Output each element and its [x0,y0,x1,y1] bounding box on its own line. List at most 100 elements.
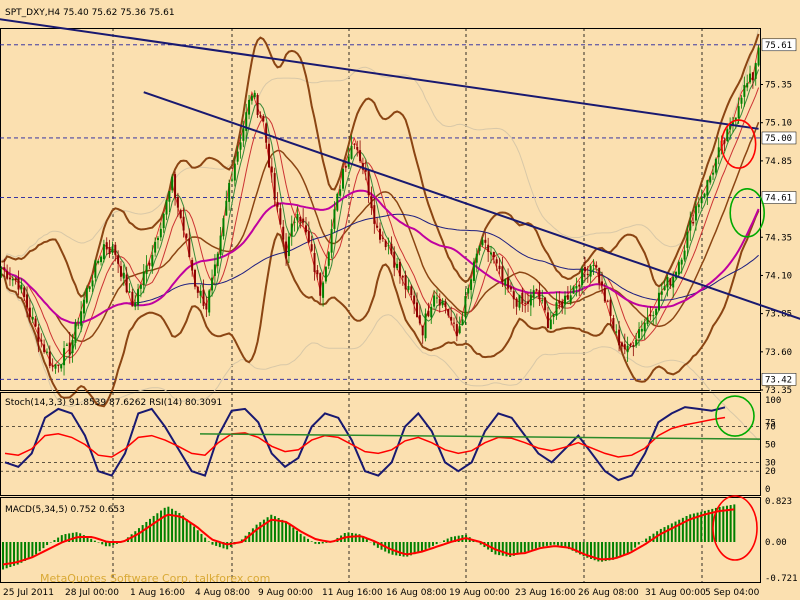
candle-body [128,291,131,293]
candle-body [649,314,652,317]
candle-body [145,265,148,275]
candle-body [174,174,177,198]
candle-body [267,143,270,168]
candle-body [529,294,532,306]
candle-body [640,328,643,332]
candle-body [139,284,142,289]
candle-body [179,210,182,219]
candle-body [581,268,584,286]
macd-tick-label: 0.823 [765,497,792,507]
candle-body [154,241,157,253]
y-tick-label: 74.10 [765,271,792,281]
candle-body [60,364,63,369]
candle-body [541,300,544,302]
candle-body [692,221,695,224]
candle-body [248,99,251,115]
candle-body [293,221,296,223]
candle-body [279,208,282,225]
main-pane-title: SPT_DXY,H4 75.40 75.62 75.36 75.61 [5,8,175,18]
candle-body [339,189,342,196]
candle-body [612,318,615,329]
oscillator-tick-label: 50 [765,441,776,451]
candle-body [316,270,319,275]
candle-body [205,303,208,310]
candle-body [216,253,219,267]
candle-body [544,297,547,311]
candle-body [492,251,495,258]
candle-body [171,176,174,191]
candle-body [290,223,293,237]
candle-body [680,259,683,265]
candle-body [379,228,381,240]
candle-body [3,267,6,270]
candle-body [396,263,399,269]
candle-body [726,129,729,141]
candle-body [689,220,692,231]
candle-body [242,128,245,141]
candle-body [319,273,322,296]
candle-body [515,298,518,307]
candle-body [43,344,46,353]
candle-body [421,325,424,336]
candle-body [709,176,712,183]
candle-body [182,216,185,231]
candle-body [495,259,498,264]
candle-body [270,166,273,173]
candle-body [538,290,541,300]
candle-body [45,351,48,353]
candle-body [450,316,453,321]
candle-body [63,348,66,366]
candle-body [444,301,447,307]
candle-body [657,292,660,311]
candle-body [17,278,20,290]
candle-body [336,193,339,211]
candle-body [413,295,416,304]
candle-body [626,345,629,353]
price-tag-label: 75.61 [765,41,792,51]
candle-body [219,235,222,255]
candle-body [193,269,196,287]
candle-body [512,291,515,300]
candle-body [490,252,493,255]
candle-body [327,252,330,266]
time-axis-label: 19 Aug 00:00 [449,588,510,598]
candle-body [455,324,458,337]
candle-body [20,284,23,290]
candle-body [393,251,396,268]
candle-body [609,299,612,316]
candle-body [370,196,373,209]
candle-body [646,317,649,325]
candle-body [467,288,470,294]
candle-body [618,329,621,346]
candle-body [108,247,111,255]
candle-body [430,306,433,318]
candle-body [0,267,3,269]
time-axis-label: 1 Aug 16:00 [130,588,185,598]
candle-body [77,324,80,326]
candle-body [119,266,122,277]
candle-body [356,146,359,150]
candle-body [259,115,262,118]
candle-body [555,302,558,316]
candle-body [310,244,313,251]
candle-body [230,179,233,181]
candle-body [296,213,299,221]
candle-body [304,225,307,233]
candle-body [111,246,114,253]
time-axis-label: 23 Aug 16:00 [515,588,576,598]
price-tag-label: 74.61 [765,194,792,204]
candle-body [433,295,436,307]
candle-body [398,261,401,277]
candle-body [601,281,604,286]
candle-body [749,73,752,83]
candle-body [435,297,438,299]
candle-body [142,271,145,286]
candle-body [265,123,268,143]
candle-body [638,329,641,339]
candle-body [509,286,512,290]
candle-body [743,84,746,97]
candle-body [148,262,151,266]
candle-body [407,286,410,290]
candle-body [632,344,635,347]
candle-body [501,266,504,283]
